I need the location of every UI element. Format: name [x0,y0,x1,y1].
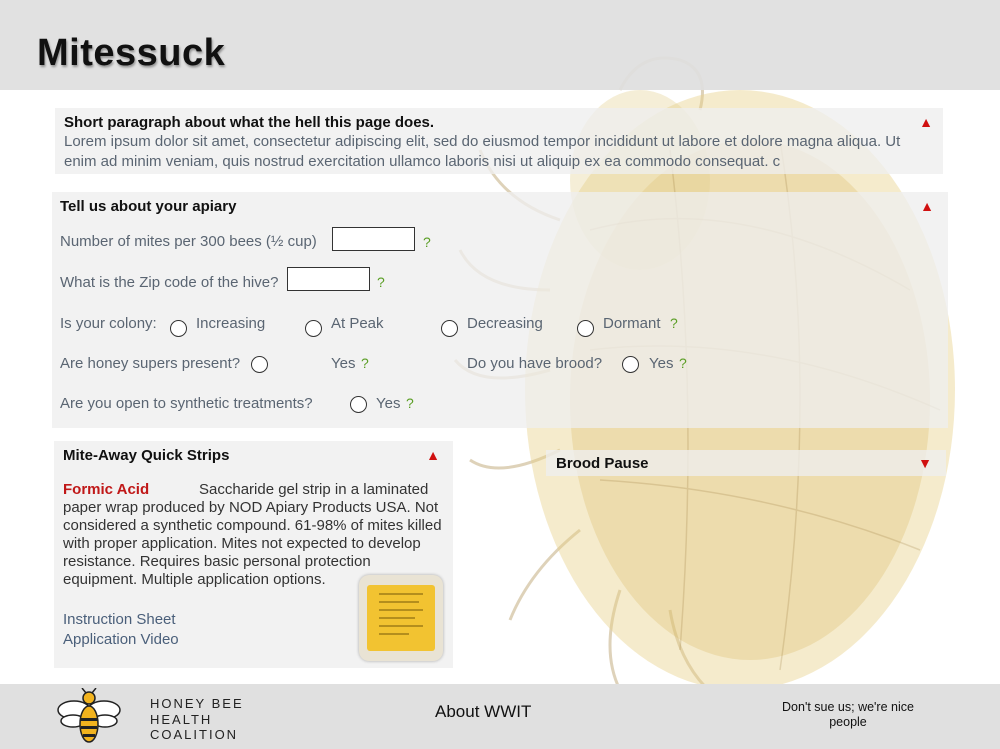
organization-name: HONEY BEE HEALTH COALITION [150,696,244,743]
brood-present-help-icon[interactable]: ? [679,355,687,371]
apiary-form-panel: Tell us about your apiary ▲ Number of mi… [52,192,948,428]
expand-brood-pause-toggle-icon[interactable]: ▼ [918,455,932,471]
org-line-1: HONEY BEE [150,696,244,711]
synthetic-treatments-label: Are you open to synthetic treatments? [60,395,313,412]
page-header: Mitessuck [0,0,1000,90]
colony-status-help-icon[interactable]: ? [670,315,678,331]
intro-body: Lorem ipsum dolor sit amet, consectetur … [64,133,901,170]
org-line-3: COALITION [150,727,239,742]
treatment-type: Formic Acid [63,481,150,498]
treatment-card-mite-away: Mite-Away Quick Strips ▲ Saccharide gel … [54,441,453,668]
colony-dormant-radio[interactable] [577,320,594,337]
intro-panel: Short paragraph about what the hell this… [55,108,943,174]
honey-supers-help-icon[interactable]: ? [361,355,369,371]
page-title: Mitessuck [37,32,226,74]
colony-decreasing-radio[interactable] [441,320,458,337]
colony-at-peak-label: At Peak [331,315,384,332]
colony-increasing-label: Increasing [196,315,266,332]
synthetic-treatments-help-icon[interactable]: ? [406,395,414,411]
application-video-link[interactable]: Application Video [63,631,179,648]
colony-at-peak-radio[interactable] [305,320,322,337]
honey-supers-yes-label: Yes [331,355,356,372]
honey-supers-yes-radio[interactable] [251,356,268,373]
product-package-image [359,575,443,661]
zip-code-help-icon[interactable]: ? [377,274,385,290]
mites-count-help-icon[interactable]: ? [423,234,431,250]
honey-bee-logo-icon [57,688,121,743]
apiary-title: Tell us about your apiary [60,198,237,215]
synthetic-treatments-yes-label: Yes [376,395,401,412]
brood-present-label: Do you have brood? [467,355,603,372]
brood-pause-title: Brood Pause [556,455,649,472]
instruction-sheet-link[interactable]: Instruction Sheet [63,611,176,628]
brood-present-yes-label: Yes [649,355,674,372]
honey-supers-label: Are honey supers present? [60,355,241,372]
page-footer: HONEY BEE HEALTH COALITION About WWIT Do… [0,684,1000,749]
brood-present-yes-radio[interactable] [622,356,639,373]
synthetic-treatments-yes-radio[interactable] [350,396,367,413]
colony-decreasing-label: Decreasing [467,315,543,332]
footer-disclaimer: Don't sue us; we're nice people [782,700,914,729]
zip-code-input[interactable] [287,267,370,291]
treatment-title: Mite-Away Quick Strips [63,447,230,464]
colony-increasing-radio[interactable] [170,320,187,337]
about-link[interactable]: About WWIT [435,702,531,722]
intro-title: Short paragraph about what the hell this… [64,114,435,131]
treatment-card-brood-pause[interactable]: Brood Pause ▼ [546,450,946,476]
mites-count-input[interactable] [332,227,415,251]
colony-dormant-label: Dormant [603,315,661,332]
org-line-2: HEALTH [150,711,213,727]
mites-count-label: Number of mites per 300 bees (½ cup) [60,233,317,250]
zip-code-label: What is the Zip code of the hive? [60,274,279,291]
colony-status-label: Is your colony: [60,315,157,332]
collapse-intro-toggle-icon[interactable]: ▲ [919,114,933,130]
collapse-treatment-toggle-icon[interactable]: ▲ [426,447,440,463]
collapse-apiary-toggle-icon[interactable]: ▲ [920,198,934,214]
